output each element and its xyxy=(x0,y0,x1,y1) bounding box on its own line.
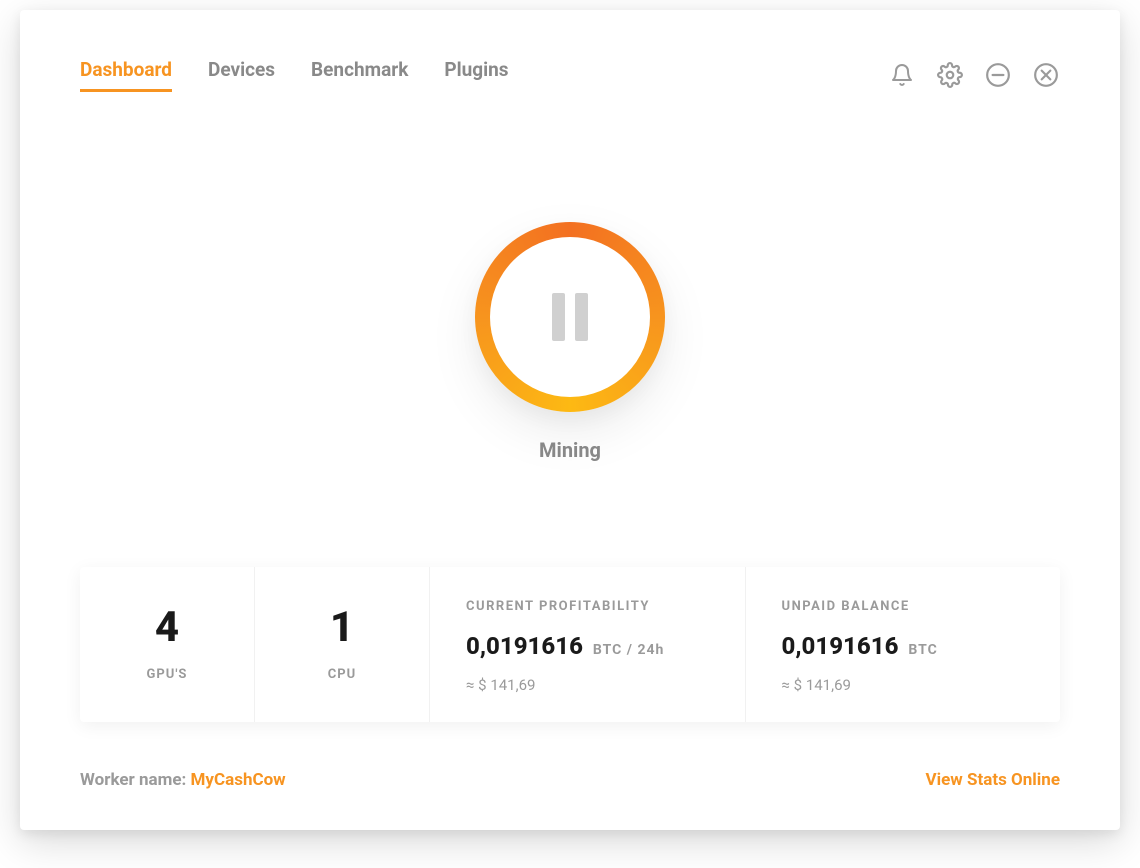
minimize-icon[interactable] xyxy=(984,61,1012,89)
pause-icon xyxy=(552,293,588,341)
gear-icon[interactable] xyxy=(936,61,964,89)
gpu-count: 4 xyxy=(155,607,179,649)
tab-plugins[interactable]: Plugins xyxy=(444,58,508,92)
mining-status-label: Mining xyxy=(539,438,601,462)
window-controls xyxy=(888,61,1060,89)
profitability-unit: BTC / 24h xyxy=(593,642,664,658)
footer-row: Worker name: MyCashCow View Stats Online xyxy=(80,770,1060,790)
stat-card-profitability: CURRENT PROFITABILITY 0,0191616 BTC / 24… xyxy=(430,567,746,722)
tab-dashboard[interactable]: Dashboard xyxy=(80,58,172,92)
gpu-label: GPU'S xyxy=(147,667,188,682)
profitability-value-row: 0,0191616 BTC / 24h xyxy=(466,632,709,660)
worker-name: MyCashCow xyxy=(191,770,286,790)
top-bar: Dashboard Devices Benchmark Plugins xyxy=(80,58,1060,92)
stat-card-balance: UNPAID BALANCE 0,0191616 BTC ≈ $ 141,69 xyxy=(746,567,1061,722)
tab-benchmark[interactable]: Benchmark xyxy=(311,58,408,92)
mining-toggle-button[interactable] xyxy=(475,222,665,412)
profitability-heading: CURRENT PROFITABILITY xyxy=(466,599,709,614)
mining-ring-inner xyxy=(490,237,650,397)
balance-value-row: 0,0191616 BTC xyxy=(782,632,1025,660)
bell-icon[interactable] xyxy=(888,61,916,89)
balance-value: 0,0191616 xyxy=(782,632,899,660)
profitability-value: 0,0191616 xyxy=(466,632,583,660)
view-stats-online-link[interactable]: View Stats Online xyxy=(926,770,1060,790)
balance-unit: BTC xyxy=(908,642,937,658)
close-icon[interactable] xyxy=(1032,61,1060,89)
worker-name-container: Worker name: MyCashCow xyxy=(80,770,286,790)
stat-card-gpu: 4 GPU'S xyxy=(80,567,255,722)
cpu-count: 1 xyxy=(330,607,354,649)
app-window: Dashboard Devices Benchmark Plugins xyxy=(20,10,1120,830)
cpu-label: CPU xyxy=(328,667,356,682)
mining-ring xyxy=(475,222,665,412)
nav-tabs: Dashboard Devices Benchmark Plugins xyxy=(80,58,509,92)
profitability-usd: ≈ $ 141,69 xyxy=(466,676,709,694)
worker-label: Worker name: xyxy=(80,770,191,790)
tab-devices[interactable]: Devices xyxy=(208,58,275,92)
stats-row: 4 GPU'S 1 CPU CURRENT PROFITABILITY 0,01… xyxy=(80,567,1060,722)
balance-heading: UNPAID BALANCE xyxy=(782,599,1025,614)
mining-area: Mining xyxy=(80,156,1060,527)
stat-card-cpu: 1 CPU xyxy=(255,567,430,722)
balance-usd: ≈ $ 141,69 xyxy=(782,676,1025,694)
